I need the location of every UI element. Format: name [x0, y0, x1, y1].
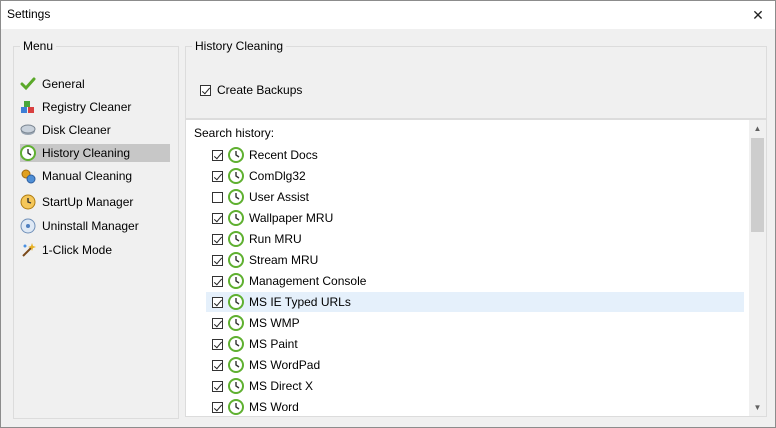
scroll-up-button[interactable]: ▲ [749, 120, 766, 137]
history-item-label: MS WordPad [249, 358, 321, 372]
history-list-item[interactable]: MS WordPad [206, 355, 744, 375]
history-list-item[interactable]: User Assist [206, 187, 744, 207]
search-history-list[interactable]: Search history: Recent Docs ComDlg32 User … [185, 119, 767, 417]
registry-cubes-icon [20, 99, 36, 115]
scroll-thumb[interactable] [751, 138, 764, 232]
history-item-checkbox[interactable] [212, 212, 223, 224]
history-list-item[interactable]: Wallpaper MRU [206, 208, 744, 228]
history-item-checkbox[interactable] [212, 317, 223, 329]
window-title: Settings [7, 7, 51, 21]
settings-window: Settings ✕ Menu General Registry Cleaner D… [0, 0, 776, 428]
menu-item-registry-cleaner[interactable]: Registry Cleaner [20, 98, 170, 116]
clock-icon [228, 294, 244, 310]
history-item-label: MS Direct X [249, 379, 314, 393]
history-list-item[interactable]: Recent Docs [206, 145, 744, 165]
create-backups-label: Create Backups [217, 83, 303, 97]
menu-item-label: 1-Click Mode [42, 243, 113, 257]
history-item-label: Wallpaper MRU [249, 211, 334, 225]
history-list-item[interactable]: MS WMP [206, 313, 744, 333]
history-item-label: MS WMP [249, 316, 300, 330]
history-list-item[interactable]: MS Word [206, 397, 744, 416]
history-list-item[interactable]: Run MRU [206, 229, 744, 249]
scroll-down-button[interactable]: ▼ [749, 399, 766, 416]
menu-item-manual-cleaning[interactable]: Manual Cleaning [20, 167, 170, 185]
history-list-item[interactable]: MS IE Typed URLs [206, 292, 744, 312]
menu-legend: Menu [23, 39, 54, 53]
gears-icon [20, 168, 36, 184]
clock-icon [228, 399, 244, 415]
clock-icon [228, 357, 244, 373]
history-item-label: ComDlg32 [249, 169, 306, 183]
history-item-label: MS Paint [249, 337, 298, 351]
menu-item-history-cleaning[interactable]: History Cleaning [20, 144, 170, 162]
clock-icon [228, 336, 244, 352]
history-item-checkbox[interactable] [212, 296, 223, 308]
clock-icon [228, 252, 244, 268]
startup-clock-icon [20, 194, 36, 210]
clock-icon [228, 273, 244, 289]
history-item-label: Run MRU [249, 232, 302, 246]
history-item-checkbox[interactable] [212, 401, 223, 413]
history-item-label: Recent Docs [249, 148, 318, 162]
history-list-item[interactable]: MS Direct X [206, 376, 744, 396]
history-item-label: MS Word [249, 400, 299, 414]
clock-icon [228, 189, 244, 205]
menu-group: Menu General Registry Cleaner Disk Cleaner… [13, 39, 179, 419]
history-item-checkbox[interactable] [212, 338, 223, 350]
menu-item-1-click-mode[interactable]: 1-Click Mode [20, 241, 170, 259]
menu-item-startup-manager[interactable]: StartUp Manager [20, 193, 170, 211]
magic-wand-icon [20, 242, 36, 258]
close-button[interactable]: ✕ [741, 1, 775, 29]
title-bar: Settings ✕ [1, 1, 775, 29]
menu-item-label: Disk Cleaner [42, 123, 111, 137]
menu-item-label: StartUp Manager [42, 195, 134, 209]
clock-icon [228, 315, 244, 331]
history-item-label: Management Console [249, 274, 367, 288]
uninstall-disc-icon [20, 218, 36, 234]
clock-icon [228, 378, 244, 394]
history-list-item[interactable]: Management Console [206, 271, 744, 291]
close-icon: ✕ [752, 6, 764, 23]
checkmark-icon [20, 76, 36, 92]
history-item-checkbox[interactable] [212, 275, 223, 287]
history-item-checkbox[interactable] [212, 380, 223, 392]
menu-item-label: Registry Cleaner [42, 100, 132, 114]
disk-icon [20, 122, 36, 138]
history-item-checkbox[interactable] [212, 191, 223, 203]
clock-icon [228, 231, 244, 247]
clock-icon [228, 147, 244, 163]
history-item-checkbox[interactable] [212, 170, 223, 182]
clock-icon [228, 210, 244, 226]
menu-item-label: Manual Cleaning [42, 169, 133, 183]
clock-icon [20, 145, 36, 161]
menu-item-label: Uninstall Manager [42, 219, 139, 233]
history-item-label: MS IE Typed URLs [249, 295, 351, 309]
clock-icon [228, 168, 244, 184]
history-list-item[interactable]: MS Paint [206, 334, 744, 354]
history-item-label: User Assist [249, 190, 310, 204]
menu-item-label: General [42, 77, 85, 91]
create-backups-option[interactable]: Create Backups [200, 83, 302, 97]
search-history-label: Search history: [194, 126, 275, 140]
create-backups-checkbox[interactable] [200, 84, 211, 96]
menu-item-uninstall-manager[interactable]: Uninstall Manager [20, 217, 170, 235]
history-item-label: Stream MRU [249, 253, 319, 267]
menu-item-label: History Cleaning [42, 146, 131, 160]
history-item-checkbox[interactable] [212, 233, 223, 245]
history-item-checkbox[interactable] [212, 254, 223, 266]
history-list-item[interactable]: Stream MRU [206, 250, 744, 270]
vertical-scrollbar[interactable]: ▲ ▼ [749, 120, 766, 416]
history-cleaning-group: History Cleaning Create Backups [185, 39, 767, 119]
menu-item-disk-cleaner[interactable]: Disk Cleaner [20, 121, 170, 139]
menu-item-general[interactable]: General [20, 75, 170, 93]
history-list-item[interactable]: ComDlg32 [206, 166, 744, 186]
history-item-checkbox[interactable] [212, 149, 223, 161]
history-cleaning-legend: History Cleaning [195, 39, 284, 53]
history-item-checkbox[interactable] [212, 359, 223, 371]
